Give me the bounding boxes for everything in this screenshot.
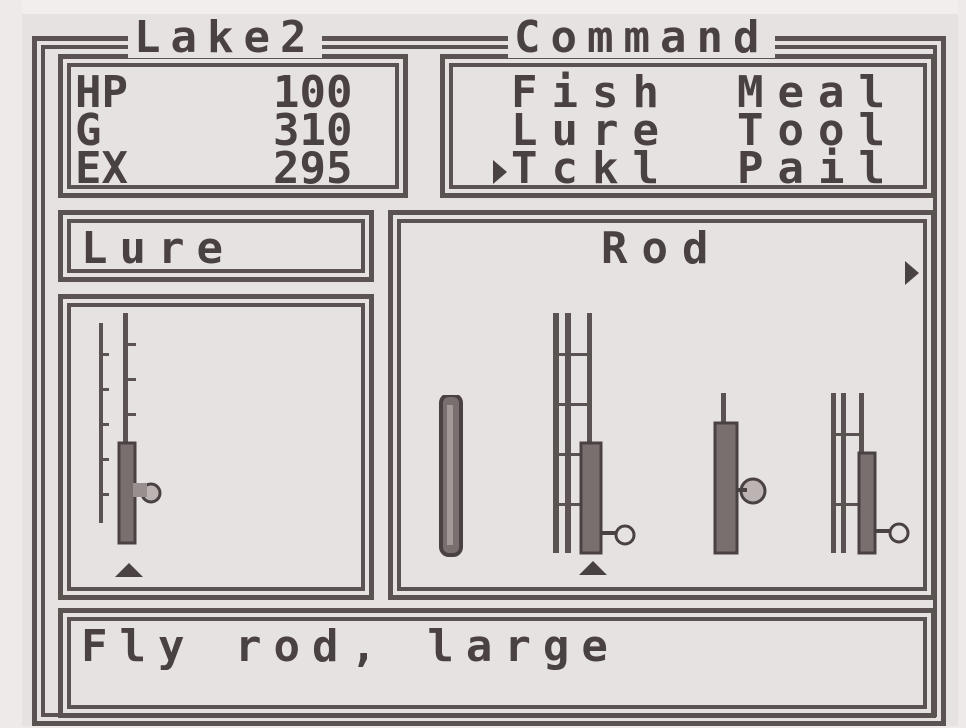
screen-border-left <box>0 0 22 728</box>
lure-selection-cursor-icon <box>115 563 143 577</box>
stats-panel: HP 100 G 310 EX 295 <box>58 54 408 198</box>
lure-panel <box>58 294 374 600</box>
lure-title: Lure <box>81 223 235 274</box>
screen-border-right <box>958 0 966 728</box>
rod-selection-cursor-icon <box>579 561 607 575</box>
command-panel: Fish Meal Lure Tool Tckl Pail <box>440 54 936 198</box>
stat-ex-value: 295 <box>273 143 353 194</box>
location-title: Lake2 <box>128 16 323 60</box>
message-text: Fly rod, large <box>81 621 620 672</box>
command-tckl[interactable]: Tckl <box>511 147 673 191</box>
rod-panel: Rod <box>388 210 936 600</box>
game-screen: HP 100 G 310 EX 295 Fish Meal Lure Tool … <box>22 14 958 726</box>
rod-item-1[interactable] <box>433 395 473 565</box>
rod-title: Rod <box>601 223 723 274</box>
rod-item-4[interactable] <box>825 393 935 563</box>
rod-item-2[interactable] <box>543 313 653 563</box>
command-pail[interactable]: Pail <box>737 147 899 191</box>
menu-cursor-icon <box>493 160 507 184</box>
lure-rod-icon[interactable] <box>89 313 199 563</box>
rod-item-3[interactable] <box>707 393 787 563</box>
next-page-icon[interactable] <box>905 261 919 285</box>
menu-title: Command <box>508 16 776 60</box>
stat-ex-label: EX <box>75 143 128 194</box>
message-box: Fly rod, large <box>58 608 936 718</box>
lure-title-box: Lure <box>58 210 374 282</box>
